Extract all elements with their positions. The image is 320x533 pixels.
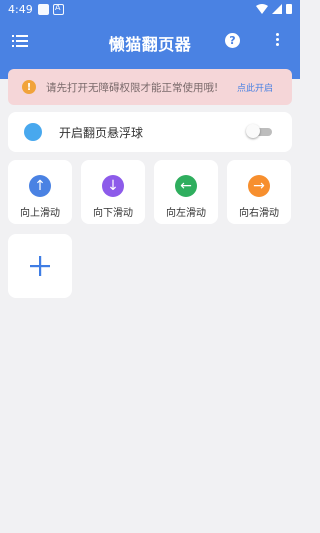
- float-ball-label: 开启翻页悬浮球: [59, 126, 144, 140]
- status-system-icons: [256, 4, 292, 14]
- arrow-up-icon: ↑: [29, 175, 51, 197]
- warning-icon: !: [22, 80, 36, 94]
- arrow-down-icon: ↓: [102, 175, 124, 197]
- app-bar: 4:49 懒猫翻页器 ?: [0, 0, 300, 79]
- signal-icon: [272, 4, 282, 14]
- image-notification-icon: [38, 4, 49, 15]
- arrow-left-icon: ←: [175, 175, 197, 197]
- float-ball-toggle[interactable]: [246, 124, 272, 140]
- swipe-up-button[interactable]: ↑ 向上滑动: [8, 160, 72, 224]
- toggle-thumb: [246, 124, 260, 138]
- help-icon-glyph: ?: [229, 34, 236, 47]
- status-time: 4:49: [8, 3, 33, 16]
- status-bar: 4:49: [0, 0, 300, 20]
- swipe-right-button[interactable]: → 向右滑动: [227, 160, 291, 224]
- swipe-down-label: 向下滑动: [93, 208, 133, 219]
- help-icon[interactable]: ?: [225, 33, 240, 48]
- float-ball-setting: 开启翻页悬浮球: [8, 112, 292, 152]
- font-notification-icon: [53, 3, 64, 15]
- float-ball-icon: [24, 123, 42, 141]
- swipe-down-button[interactable]: ↓ 向下滑动: [81, 160, 145, 224]
- plus-icon: [30, 256, 50, 276]
- arrow-right-icon: →: [248, 175, 270, 197]
- swipe-left-button[interactable]: ← 向左滑动: [154, 160, 218, 224]
- page-title: 懒猫翻页器: [108, 35, 192, 54]
- swipe-up-label: 向上滑动: [20, 208, 60, 219]
- warning-icon-glyph: !: [26, 81, 32, 93]
- swipe-left-label: 向左滑动: [166, 208, 206, 219]
- more-options-icon[interactable]: [276, 31, 280, 49]
- enable-accessibility-link[interactable]: 点此开启: [237, 81, 273, 94]
- add-action-button[interactable]: [8, 234, 72, 298]
- accessibility-notice: ! 请先打开无障碍权限才能正常使用哦! 点此开启: [8, 69, 292, 105]
- battery-icon: [286, 4, 292, 14]
- notice-text: 请先打开无障碍权限才能正常使用哦!: [46, 81, 219, 94]
- wifi-icon: [256, 4, 268, 14]
- status-notification-icons: [38, 3, 64, 15]
- swipe-right-label: 向右滑动: [239, 208, 279, 219]
